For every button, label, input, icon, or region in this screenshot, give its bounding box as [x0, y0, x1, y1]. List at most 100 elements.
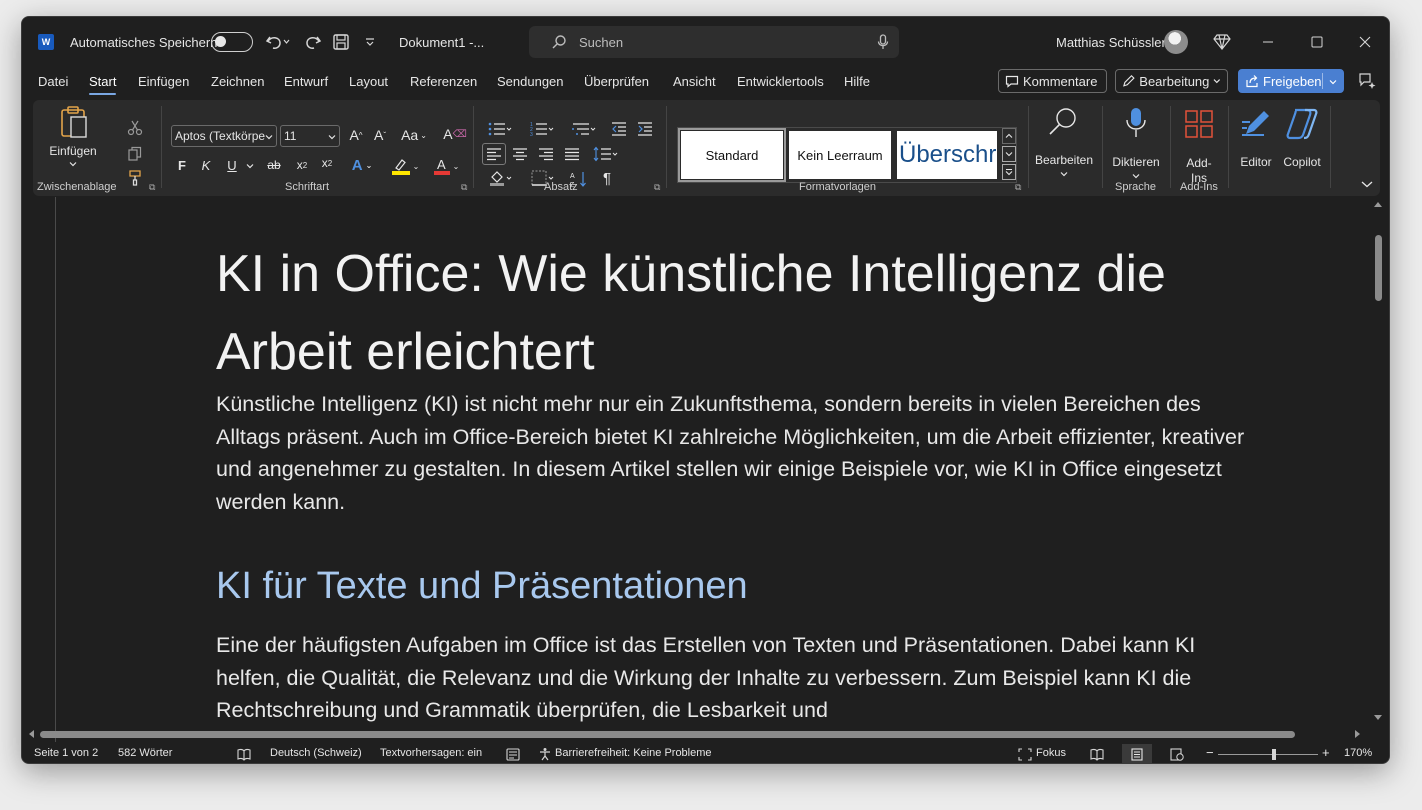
style-standard[interactable]: Standard [678, 128, 786, 182]
show-marks-icon[interactable]: ¶ [599, 170, 615, 187]
paragraph-section[interactable]: Eine der häufigsten Aufgaben im Office i… [216, 629, 1246, 727]
dialog-launcher-icon[interactable]: ⧉ [654, 182, 660, 193]
vertical-scrollbar[interactable] [1371, 197, 1385, 725]
accessibility-icon[interactable] [538, 747, 552, 761]
find-label[interactable]: Bearbeiten [1033, 153, 1095, 167]
close-button[interactable] [1359, 17, 1371, 67]
book-check-icon[interactable] [237, 748, 251, 761]
microphone-icon[interactable] [877, 34, 889, 50]
style-no-spacing[interactable]: Kein Leerraum [789, 131, 891, 179]
page-count[interactable]: Seite 1 von 2 [34, 747, 98, 759]
paragraph-intro[interactable]: Künstliche Intelligenz (KI) ist nicht me… [216, 388, 1246, 518]
scroll-right-arrow-icon[interactable] [1353, 730, 1361, 738]
find-button[interactable] [1047, 106, 1079, 138]
change-case-button[interactable]: Aa ⌄ [399, 127, 429, 143]
dialog-launcher-icon[interactable]: ⧉ [1015, 182, 1021, 193]
document-name[interactable]: Dokument1 -... [399, 17, 484, 67]
accessibility-status[interactable]: Barrierefreiheit: Keine Probleme [555, 747, 712, 759]
italic-button[interactable]: K [199, 158, 213, 173]
underline-button[interactable]: U [225, 158, 239, 173]
user-name[interactable]: Matthias Schüssler [1056, 17, 1166, 67]
scroll-down-arrow-icon[interactable] [1374, 713, 1382, 721]
scroll-up-arrow-icon[interactable] [1374, 201, 1382, 209]
format-painter-button[interactable] [127, 170, 143, 186]
font-name-combo[interactable]: Aptos (Textkörpe [171, 125, 277, 147]
minimize-button[interactable] [1262, 17, 1274, 67]
highlight-color-button[interactable]: ⌄ [388, 157, 422, 175]
tab-datei[interactable]: Datei [38, 74, 68, 89]
zoom-out-button[interactable]: − [1206, 745, 1214, 760]
dialog-launcher-icon[interactable]: ⧉ [461, 182, 467, 193]
undo-button[interactable] [264, 17, 290, 67]
subscript-icon[interactable]: x2 [295, 158, 309, 172]
zoom-in-button[interactable]: + [1322, 745, 1330, 760]
clear-formatting-icon[interactable]: A ⌫ [443, 126, 466, 142]
customize-qat-button[interactable] [364, 17, 376, 67]
font-color-button[interactable]: A ⌄ [430, 157, 462, 175]
shrink-font-icon[interactable]: Aˇ [370, 127, 390, 143]
search-box[interactable]: Suchen [529, 26, 899, 58]
tab-entwicklertools[interactable]: Entwicklertools [737, 74, 824, 89]
comments-button[interactable]: Kommentare [998, 69, 1107, 93]
underline-dropdown[interactable] [245, 162, 255, 170]
copilot-button[interactable] [1285, 108, 1319, 140]
copy-button[interactable] [127, 146, 143, 162]
save-button[interactable] [332, 17, 350, 67]
align-right-button[interactable] [538, 147, 554, 161]
redo-button[interactable] [303, 17, 323, 67]
editor-label[interactable]: Editor [1233, 155, 1279, 169]
numbering-button[interactable]: 123 [525, 121, 559, 137]
horizontal-scroll-thumb[interactable] [40, 731, 1295, 738]
tab-start[interactable]: Start [89, 74, 117, 95]
text-predictions[interactable]: Textvorhersagen: ein [380, 747, 482, 759]
scroll-left-arrow-icon[interactable] [28, 730, 36, 738]
user-avatar[interactable] [1164, 30, 1188, 54]
editing-mode-button[interactable]: Bearbeitung [1115, 69, 1228, 93]
predictions-icon[interactable] [506, 748, 520, 761]
paste-button[interactable] [59, 104, 89, 140]
shading-button[interactable] [484, 170, 518, 186]
premium-button[interactable] [1213, 17, 1231, 67]
horizontal-scrollbar[interactable] [22, 726, 1389, 742]
tab-layout[interactable]: Layout [349, 74, 388, 89]
strikethrough-button[interactable]: ab [265, 158, 283, 172]
styles-more[interactable] [1002, 164, 1016, 180]
copilot-label[interactable]: Copilot [1277, 155, 1327, 169]
maximize-button[interactable] [1311, 17, 1323, 67]
web-layout-icon[interactable] [1170, 748, 1184, 761]
bold-button[interactable]: F [175, 158, 189, 173]
grow-font-icon[interactable]: A ^ [346, 127, 366, 143]
decrease-indent-button[interactable] [611, 121, 627, 137]
tab-sendungen[interactable]: Sendungen [497, 74, 564, 89]
zoom-slider-track[interactable] [1218, 754, 1318, 755]
paste-label[interactable]: Einfügen [49, 144, 97, 158]
dialog-launcher-icon[interactable]: ⧉ [149, 182, 155, 193]
line-spacing-button[interactable] [590, 146, 622, 162]
dictate-dropdown[interactable] [1131, 172, 1141, 180]
tab-zeichnen[interactable]: Zeichnen [211, 74, 264, 89]
read-mode-icon[interactable] [1090, 748, 1104, 761]
tab-referenzen[interactable]: Referenzen [410, 74, 477, 89]
copilot-chat-button[interactable] [1358, 72, 1376, 90]
editor-button[interactable] [1240, 108, 1272, 140]
styles-scroll-up[interactable] [1002, 128, 1016, 144]
bullets-button[interactable] [483, 121, 517, 137]
print-layout-button[interactable] [1122, 744, 1152, 763]
tab-einfuegen[interactable]: Einfügen [138, 74, 189, 89]
focus-icon[interactable] [1018, 748, 1032, 761]
text-effects-icon[interactable]: A ⌄ [347, 157, 377, 174]
tab-ueberpruefen[interactable]: Überprüfen [584, 74, 649, 89]
styles-scroll-down[interactable] [1002, 146, 1016, 162]
tab-entwurf[interactable]: Entwurf [284, 74, 328, 89]
word-count[interactable]: 582 Wörter [118, 747, 172, 759]
dictate-label[interactable]: Diktieren [1107, 155, 1165, 169]
vertical-scroll-thumb[interactable] [1375, 235, 1382, 301]
font-size-combo[interactable]: 11 [280, 125, 340, 147]
paste-dropdown[interactable] [67, 160, 79, 168]
tab-ansicht[interactable]: Ansicht [673, 74, 716, 89]
collapse-ribbon-button[interactable] [1361, 180, 1373, 188]
section-heading[interactable]: KI für Texte und Präsentationen [216, 565, 748, 608]
increase-indent-button[interactable] [637, 121, 653, 137]
cut-button[interactable] [127, 120, 143, 136]
superscript-icon[interactable]: x2 [320, 156, 334, 170]
